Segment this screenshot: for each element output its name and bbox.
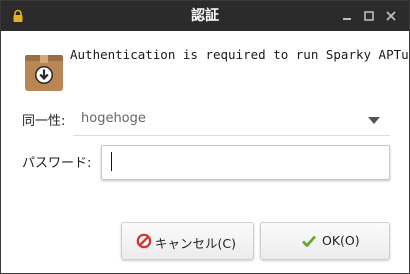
cancel-button-label: キャンセル(C) — [155, 236, 236, 251]
identity-select[interactable]: hogehoge — [73, 104, 390, 136]
password-label: パスワード: — [22, 156, 92, 171]
text-caret — [111, 152, 112, 171]
package-install-icon — [25, 55, 63, 91]
auth-dialog-window: 認証 Authentication is required to run Spa… — [0, 0, 410, 274]
auth-message: Authentication is required to run Sparky… — [70, 47, 410, 62]
password-field[interactable] — [101, 145, 390, 180]
close-icon[interactable] — [385, 10, 397, 22]
identity-value: hogehoge — [81, 111, 146, 126]
ok-button[interactable]: OK(O) — [260, 222, 390, 260]
cancel-icon — [136, 233, 152, 249]
check-icon — [302, 235, 317, 247]
identity-label: 同一性: — [22, 114, 66, 129]
titlebar[interactable]: 認証 — [1, 1, 409, 31]
maximize-icon[interactable] — [363, 10, 375, 22]
minimize-icon[interactable] — [341, 10, 353, 22]
chevron-down-icon — [368, 117, 380, 124]
cancel-button[interactable]: キャンセル(C) — [121, 222, 254, 260]
ok-button-label: OK(O) — [322, 233, 360, 248]
